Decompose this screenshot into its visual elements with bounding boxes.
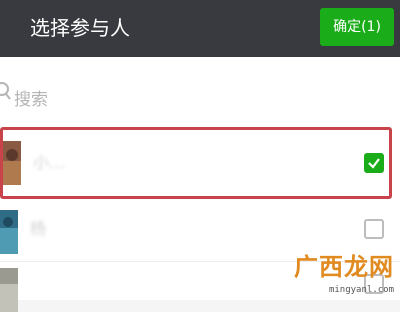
avatar bbox=[0, 268, 18, 312]
search-bar[interactable]: 搜索 bbox=[0, 57, 400, 127]
top-bar: 选择参与人 确定(1) bbox=[0, 0, 400, 57]
watermark: 广西龙网 mingyanl.com bbox=[283, 252, 400, 300]
contact-checkbox[interactable] bbox=[364, 219, 384, 239]
contact-name: 杨 bbox=[30, 219, 47, 238]
confirm-button[interactable]: 确定(1) bbox=[320, 8, 394, 46]
avatar bbox=[3, 141, 21, 185]
contact-checkbox[interactable] bbox=[364, 153, 384, 173]
contact-name: 小… bbox=[33, 153, 66, 172]
watermark-text: 广西龙网 bbox=[294, 253, 394, 281]
avatar bbox=[0, 210, 18, 254]
page-title: 选择参与人 bbox=[30, 16, 130, 40]
search-icon bbox=[0, 82, 11, 100]
search-input[interactable]: 搜索 bbox=[14, 88, 48, 112]
contact-row-selected[interactable]: 小… bbox=[0, 127, 392, 199]
checkmark-icon bbox=[368, 158, 380, 169]
watermark-url: mingyanl.com bbox=[328, 285, 394, 295]
